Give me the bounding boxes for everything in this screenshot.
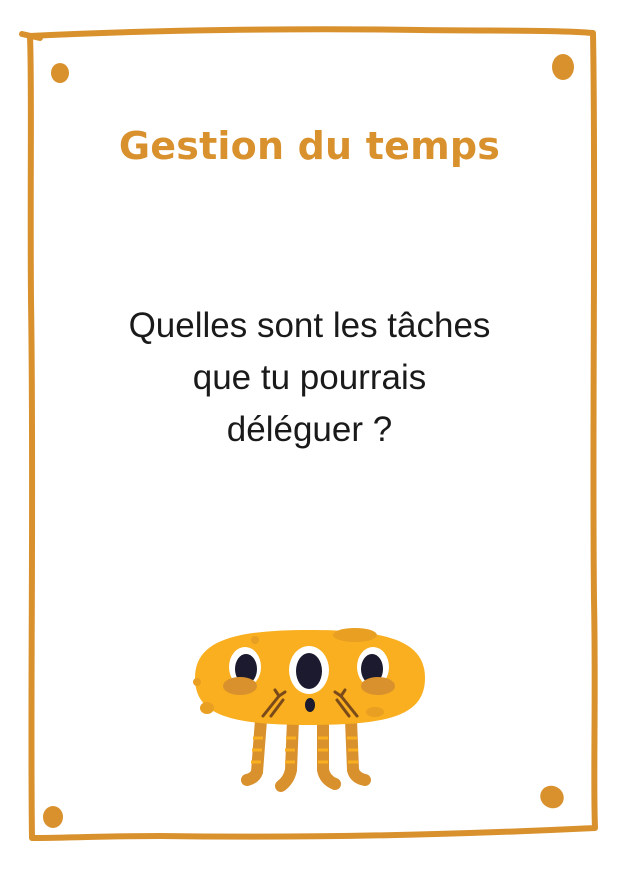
question-line: déléguer ? (226, 410, 393, 449)
creature-cheek-left (223, 677, 257, 695)
body-spot (193, 678, 201, 686)
corner-dot-bottom-right (540, 785, 564, 809)
card-title: Gestion du temps (118, 124, 501, 168)
question-line: que tu pourrais (192, 358, 427, 397)
creature-leg (241, 714, 267, 786)
creature-leg (345, 714, 371, 786)
creature-leg (317, 714, 341, 790)
creature-leg (275, 714, 299, 792)
body-spot (333, 628, 377, 642)
corner-dot-top-left (51, 63, 69, 83)
creature-mouth (305, 698, 315, 712)
creature-legs (241, 714, 371, 792)
question-line: Quelles sont les tâches (128, 306, 491, 345)
card-question: Quelles sont les tâches que tu pourrais … (60, 300, 559, 456)
body-spot (251, 636, 259, 644)
corner-dot-bottom-left (43, 806, 63, 828)
corner-dot-top-right (552, 54, 574, 80)
creature-illustration (193, 628, 425, 792)
creature-cheek-right (361, 677, 395, 695)
frame-corner-tick (19, 31, 43, 41)
question-card: Gestion du temps Quelles sont les tâches… (0, 0, 619, 874)
body-spot (200, 702, 214, 714)
body-spot (366, 707, 384, 717)
creature-eye-center (289, 646, 329, 694)
